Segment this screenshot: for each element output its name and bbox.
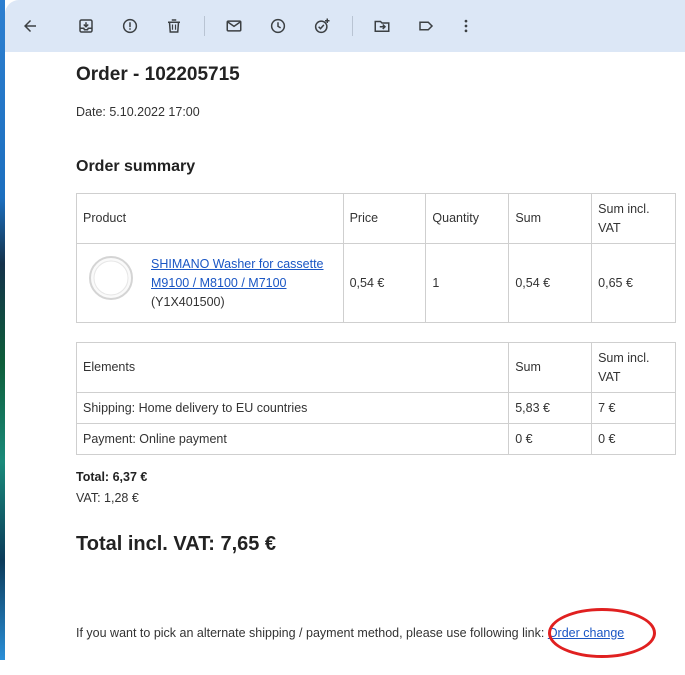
mark-unread-button[interactable] — [220, 12, 248, 40]
message-toolbar — [5, 0, 685, 52]
column-header: Sum incl. VAT — [591, 342, 676, 393]
move-to-icon — [374, 20, 390, 32]
label-button[interactable] — [412, 12, 440, 40]
delete-icon — [168, 19, 180, 33]
product-link[interactable]: SHIMANO Washer for cassette M9100 / M810… — [151, 257, 324, 290]
quantity-cell: 1 — [425, 243, 510, 323]
toolbar-divider — [204, 16, 205, 36]
add-task-button[interactable] — [308, 12, 336, 40]
archive-button[interactable] — [72, 12, 100, 40]
product-cell: SHIMANO Washer for cassette M9100 / M810… — [76, 243, 344, 323]
archive-icon — [79, 19, 93, 33]
sum-cell: 0 € — [508, 423, 593, 455]
order-date: Date: 5.10.2022 17:00 — [76, 105, 200, 119]
more-options-button[interactable] — [452, 12, 480, 40]
snooze-button[interactable] — [264, 12, 292, 40]
more-icon — [464, 19, 468, 33]
order-title: Order - 102205715 — [76, 64, 240, 85]
report-spam-button[interactable] — [116, 12, 144, 40]
desktop-wallpaper-strip — [0, 0, 5, 660]
product-image — [89, 256, 133, 300]
column-header: Quantity — [425, 193, 510, 244]
table-row: Payment: Online payment 0 € 0 € — [75, 423, 676, 455]
column-header: Sum incl. VAT — [591, 193, 676, 244]
column-header: Sum — [508, 342, 593, 393]
vat-amount: VAT: 1,28 € — [76, 491, 139, 505]
sum-cell: 0,54 € — [508, 243, 593, 323]
label-icon — [419, 21, 434, 31]
column-header: Elements — [75, 342, 510, 393]
add-task-icon — [314, 18, 330, 34]
products-table: Product Price Quantity Sum Sum incl. VAT… — [76, 193, 676, 323]
element-label: Shipping: Home delivery to EU countries — [75, 392, 510, 424]
back-button[interactable] — [16, 12, 44, 40]
delete-button[interactable] — [160, 12, 188, 40]
mark-unread-icon — [226, 20, 242, 32]
table-header-row: Product Price Quantity Sum Sum incl. VAT — [76, 193, 676, 244]
column-header: Product — [76, 193, 344, 244]
elements-table: Elements Sum Sum incl. VAT Shipping: Hom… — [75, 342, 676, 455]
element-label: Payment: Online payment — [75, 423, 510, 455]
back-arrow-icon — [24, 20, 36, 32]
price-cell: 0,54 € — [342, 243, 427, 323]
column-header: Price — [342, 193, 427, 244]
toolbar-divider — [352, 16, 353, 36]
table-row: SHIMANO Washer for cassette M9100 / M810… — [76, 243, 676, 323]
column-header: Sum — [508, 193, 593, 244]
report-spam-icon — [122, 18, 138, 34]
sum-incl-vat-cell: 0 € — [591, 423, 676, 455]
sum-incl-vat-cell: 7 € — [591, 392, 676, 424]
grand-total: Total incl. VAT: 7,65 € — [76, 533, 277, 555]
red-annotation-circle — [548, 608, 656, 658]
table-header-row: Elements Sum Sum incl. VAT — [75, 342, 676, 393]
product-code: (Y1X401500) — [151, 294, 225, 309]
snooze-icon — [270, 18, 286, 34]
table-row: Shipping: Home delivery to EU countries … — [75, 392, 676, 424]
sum-incl-vat-cell: 0,65 € — [591, 243, 676, 323]
footer-text: If you want to pick an alternate shippin… — [76, 626, 548, 640]
move-to-button[interactable] — [368, 12, 396, 40]
total-amount: Total: 6,37 € — [76, 470, 148, 484]
order-summary-heading: Order summary — [76, 158, 196, 175]
footer-note: If you want to pick an alternate shippin… — [76, 626, 624, 640]
sum-cell: 5,83 € — [508, 392, 593, 424]
